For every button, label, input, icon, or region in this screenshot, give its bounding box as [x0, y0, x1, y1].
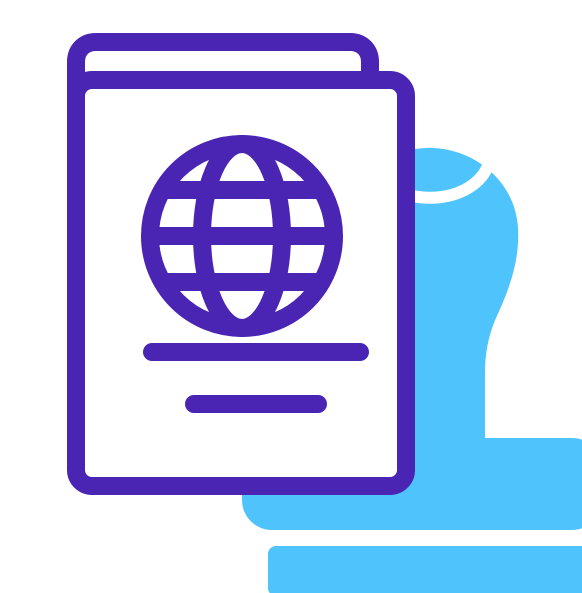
illustration-svg	[67, 33, 582, 593]
stamp-plate	[268, 546, 582, 593]
passport-icon	[67, 33, 415, 495]
passport-stamp-illustration	[0, 0, 582, 593]
